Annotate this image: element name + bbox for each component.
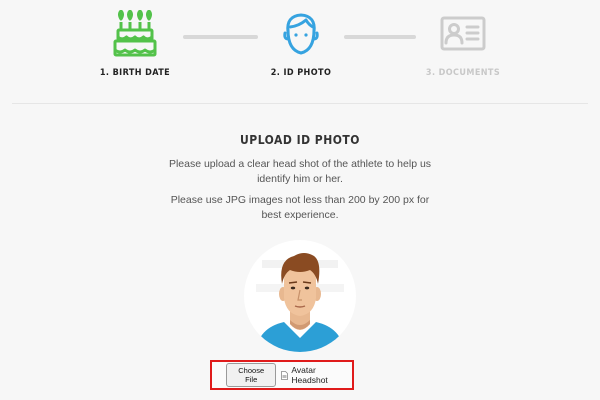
step-label: 1. BIRTH DATE [99,68,171,78]
step-documents[interactable]: 3. DOCUMENTS [403,10,523,78]
step-id-photo[interactable]: 2. ID PHOTO [241,10,361,78]
id-card-icon [403,10,523,58]
selected-file-name: Avatar Headshot [291,365,328,385]
avatar-preview [244,240,356,352]
page-title: UPLOAD ID PHOTO [240,133,360,147]
progress-stepper: 1. BIRTH DATE 2. ID PHOTO 3. DOCUMENTS [0,0,600,100]
choose-file-button[interactable]: Choose File [226,363,277,387]
person-head-icon [241,10,361,58]
step-label: 3. DOCUMENTS [425,68,501,78]
birthday-cake-icon [75,10,195,58]
instructions-text: Please upload a clear head shot of the a… [168,158,432,185]
divider [12,103,588,104]
step-label: 2. ID PHOTO [270,68,332,78]
file-icon [281,370,289,380]
step-birth-date[interactable]: 1. BIRTH DATE [75,10,195,78]
requirements-text: Please use JPG images not less than 200 … [170,194,430,221]
file-upload-control[interactable]: Choose File Avatar Headshot [210,360,354,390]
